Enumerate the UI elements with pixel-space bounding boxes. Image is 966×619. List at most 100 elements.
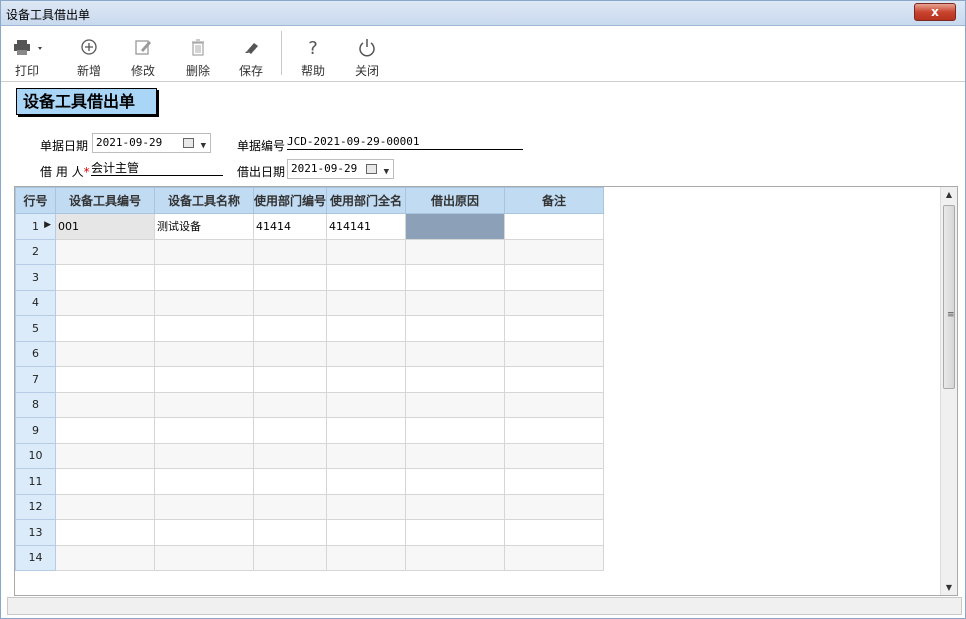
cell-reason[interactable] (405, 544, 506, 571)
cell-tool-name[interactable] (154, 442, 254, 469)
cell-reason[interactable] (405, 213, 506, 240)
delete-button[interactable]: 删除 (176, 35, 220, 79)
cell-remark[interactable] (504, 315, 605, 342)
cell-dept-code[interactable] (252, 289, 328, 316)
cell-remark[interactable] (504, 264, 605, 291)
cell-tool-code[interactable] (55, 519, 155, 546)
cell-tool-name[interactable] (154, 468, 254, 495)
table-row[interactable]: 2 (15, 238, 605, 265)
cell-tool-code[interactable]: 001 (55, 213, 155, 240)
cell-dept-name[interactable] (326, 391, 407, 418)
cell-dept-name[interactable] (326, 315, 407, 342)
cell-dept-name[interactable]: 414141 (326, 213, 407, 240)
cell-dept-name[interactable] (326, 340, 407, 367)
vertical-scrollbar[interactable]: ▲ ≡ ▼ (940, 187, 957, 595)
cell-reason[interactable] (405, 493, 506, 520)
cell-remark[interactable] (504, 366, 605, 393)
cell-reason[interactable] (405, 442, 506, 469)
chevron-down-icon[interactable]: ▼ (201, 137, 206, 155)
cell-dept-code[interactable] (252, 544, 328, 571)
col-header-dept-name[interactable]: 使用部门全名 (326, 187, 407, 214)
cell-remark[interactable] (504, 391, 605, 418)
chevron-down-icon[interactable]: ▼ (384, 163, 389, 181)
cell-reason[interactable] (405, 264, 506, 291)
cell-tool-code[interactable] (55, 493, 155, 520)
cell-tool-name[interactable] (154, 289, 254, 316)
cell-remark[interactable] (504, 289, 605, 316)
doc-no-field[interactable]: JCD-2021-09-29-00001 (287, 134, 523, 150)
cell-tool-code[interactable] (55, 264, 155, 291)
close-window-button[interactable]: x (914, 3, 956, 21)
cell-dept-name[interactable] (326, 366, 407, 393)
cell-tool-name[interactable]: 测试设备 (154, 213, 254, 240)
cell-reason[interactable] (405, 238, 506, 265)
doc-date-picker[interactable]: 2021-09-29 ▼ (92, 133, 211, 153)
cell-tool-name[interactable] (154, 417, 254, 444)
cell-dept-code[interactable]: 41414 (252, 213, 328, 240)
table-row[interactable]: 1001测试设备41414414141 (15, 213, 605, 240)
col-header-remark[interactable]: 备注 (504, 187, 605, 214)
cell-reason[interactable] (405, 391, 506, 418)
table-row[interactable]: 12 (15, 493, 605, 520)
cell-tool-name[interactable] (154, 264, 254, 291)
cell-dept-name[interactable] (326, 417, 407, 444)
cell-tool-code[interactable] (55, 340, 155, 367)
cell-remark[interactable] (504, 238, 605, 265)
cell-tool-name[interactable] (154, 493, 254, 520)
scroll-thumb[interactable]: ≡ (943, 205, 955, 389)
cell-tool-name[interactable] (154, 315, 254, 342)
cell-dept-code[interactable] (252, 340, 328, 367)
cell-dept-code[interactable] (252, 442, 328, 469)
cell-dept-name[interactable] (326, 442, 407, 469)
cell-dept-name[interactable] (326, 493, 407, 520)
table-row[interactable]: 10 (15, 442, 605, 469)
col-header-tool-name[interactable]: 设备工具名称 (154, 187, 254, 214)
cell-dept-code[interactable] (252, 417, 328, 444)
cell-tool-code[interactable] (55, 315, 155, 342)
cell-remark[interactable] (504, 213, 605, 240)
cell-remark[interactable] (504, 468, 605, 495)
cell-tool-code[interactable] (55, 366, 155, 393)
table-row[interactable]: 4 (15, 289, 605, 316)
cell-remark[interactable] (504, 544, 605, 571)
cell-reason[interactable] (405, 289, 506, 316)
table-row[interactable]: 7 (15, 366, 605, 393)
cell-dept-code[interactable] (252, 391, 328, 418)
cell-remark[interactable] (504, 493, 605, 520)
table-row[interactable]: 9 (15, 417, 605, 444)
cell-tool-name[interactable] (154, 391, 254, 418)
cell-tool-name[interactable] (154, 544, 254, 571)
col-header-reason[interactable]: 借出原因 (405, 187, 506, 214)
col-header-row-no[interactable]: 行号 (15, 187, 56, 214)
cell-dept-code[interactable] (252, 366, 328, 393)
cell-tool-name[interactable] (154, 519, 254, 546)
cell-dept-name[interactable] (326, 289, 407, 316)
cell-remark[interactable] (504, 340, 605, 367)
cell-tool-code[interactable] (55, 417, 155, 444)
table-row[interactable]: 5 (15, 315, 605, 342)
table-row[interactable]: 11 (15, 468, 605, 495)
cell-reason[interactable] (405, 340, 506, 367)
scroll-down-icon[interactable]: ▼ (941, 583, 957, 592)
col-header-dept-code[interactable]: 使用部门编号 (252, 187, 328, 214)
table-row[interactable]: 6 (15, 340, 605, 367)
col-header-tool-code[interactable]: 设备工具编号 (55, 187, 155, 214)
cell-tool-code[interactable] (55, 544, 155, 571)
cell-reason[interactable] (405, 468, 506, 495)
close-button[interactable]: 关闭 (345, 35, 389, 79)
calendar-icon[interactable] (183, 138, 194, 148)
scroll-up-icon[interactable]: ▲ (941, 190, 957, 199)
save-button[interactable]: 保存 (229, 35, 273, 79)
cell-dept-code[interactable] (252, 493, 328, 520)
cell-reason[interactable] (405, 315, 506, 342)
cell-reason[interactable] (405, 417, 506, 444)
edit-button[interactable]: 修改 (121, 35, 165, 79)
cell-dept-name[interactable] (326, 519, 407, 546)
lend-date-picker[interactable]: 2021-09-29 ▼ (287, 159, 394, 179)
cell-tool-code[interactable] (55, 391, 155, 418)
cell-tool-code[interactable] (55, 238, 155, 265)
cell-tool-name[interactable] (154, 366, 254, 393)
cell-dept-code[interactable] (252, 468, 328, 495)
cell-dept-name[interactable] (326, 468, 407, 495)
cell-dept-name[interactable] (326, 264, 407, 291)
